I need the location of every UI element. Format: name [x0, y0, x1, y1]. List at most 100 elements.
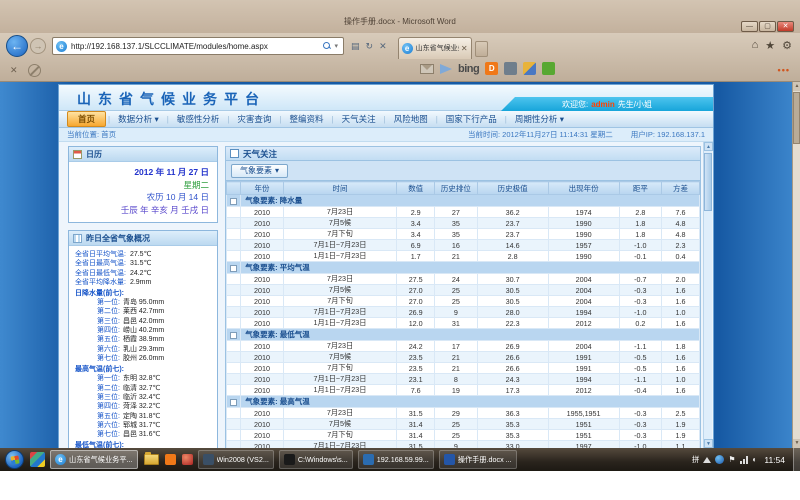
- minimize-button[interactable]: —: [741, 21, 758, 32]
- back-button[interactable]: ←: [6, 35, 28, 57]
- table-cell: 1957: [548, 240, 619, 251]
- browser-tab[interactable]: e 山东省气候业务平... ✕: [398, 37, 472, 59]
- tab-close-icon[interactable]: ✕: [461, 44, 468, 53]
- scroll-down-icon[interactable]: ▼: [704, 439, 713, 448]
- table-cell: 7月5候: [283, 352, 397, 363]
- table-cell: 1991: [548, 363, 619, 374]
- browser-scrollbar[interactable]: ▲ ▼: [792, 82, 800, 448]
- volume-icon[interactable]: ◖: [752, 455, 757, 464]
- camera-icon[interactable]: [504, 62, 517, 75]
- maximize-button[interactable]: ▢: [759, 21, 776, 32]
- nav-item-4[interactable]: 整编资料: [282, 112, 332, 126]
- group-select-cell[interactable]: [227, 195, 241, 207]
- quick-launch-icon[interactable]: [30, 452, 45, 467]
- start-button[interactable]: [5, 450, 24, 469]
- stat-value: 27.5℃: [130, 251, 152, 259]
- bing-logo[interactable]: bing: [458, 63, 479, 75]
- table-cell: 24.3: [477, 374, 548, 385]
- show-desktop-button[interactable]: [793, 448, 800, 471]
- nav-item-3[interactable]: 灾害查询: [229, 112, 279, 126]
- group-select-cell[interactable]: [227, 329, 241, 341]
- taskbar-active-task[interactable]: e 山东省气候业务平...: [50, 450, 138, 469]
- forward-button[interactable]: →: [30, 38, 46, 54]
- explorer-icon[interactable]: [144, 454, 159, 465]
- nav-item-1[interactable]: 数据分析 ▾: [110, 112, 167, 126]
- sogou-icon[interactable]: D: [485, 62, 498, 75]
- scrollbar-thumb[interactable]: [704, 153, 712, 211]
- home-icon[interactable]: ⌂: [752, 39, 759, 52]
- rank-value: 定陶 31.8℃: [123, 413, 160, 421]
- scroll-up-icon[interactable]: ▲: [704, 142, 713, 151]
- browser-scroll-down-icon[interactable]: ▼: [793, 439, 800, 448]
- nav-item-5[interactable]: 天气关注: [334, 112, 384, 126]
- close-toolbar-icon[interactable]: ✕: [10, 65, 18, 76]
- close-button[interactable]: ✕: [777, 21, 794, 32]
- taskbar-task[interactable]: Win2008 (VS2...: [198, 450, 274, 469]
- select-column-header: [227, 182, 241, 195]
- mail-icon[interactable]: [420, 64, 434, 74]
- settings-gear-icon[interactable]: ⚙: [782, 39, 792, 52]
- ime-indicator[interactable]: 拼: [692, 454, 700, 465]
- group-checkbox[interactable]: [230, 265, 237, 272]
- nav-item-7[interactable]: 国家下行产品: [438, 112, 505, 126]
- url-text[interactable]: http://192.168.137.1/SLCCLIMATE/modules/…: [71, 42, 322, 51]
- action-center-flag-icon[interactable]: ⚑: [728, 455, 735, 464]
- media-player-icon[interactable]: [182, 454, 193, 465]
- browser-scroll-up-icon[interactable]: ▲: [793, 82, 800, 91]
- address-bar[interactable]: e http://192.168.137.1/SLCCLIMATE/module…: [52, 37, 344, 55]
- browser-scrollbar-thumb[interactable]: [793, 92, 800, 144]
- rank-label: 第三位:: [97, 394, 120, 402]
- site-content: 山东省气候业务平台 欢迎您: admin 先生/小姐 首页|数据分析 ▾|敏感性…: [58, 84, 714, 448]
- new-tab-button[interactable]: [475, 41, 488, 57]
- table-cell: 21: [435, 363, 478, 374]
- nav-item-2[interactable]: 敏感性分析: [169, 112, 228, 126]
- table-cell: 1月1日~7月23日: [283, 251, 397, 262]
- tools-icon[interactable]: [523, 62, 536, 75]
- taskbar-clock[interactable]: 11:54: [764, 455, 785, 465]
- taskbar-task[interactable]: 192.168.59.99...: [358, 450, 434, 469]
- site-title: 山东省气候业务平台: [77, 89, 266, 109]
- nav-item-8[interactable]: 周期性分析 ▾: [507, 112, 572, 126]
- table-cell: 25: [435, 430, 478, 441]
- tray-expand-icon[interactable]: [703, 457, 711, 463]
- rank-label: 第七位:: [97, 431, 120, 439]
- welcome-username: admin: [591, 100, 615, 109]
- group-select-cell[interactable]: [227, 262, 241, 274]
- element-select-button[interactable]: 气象要素 ▾: [231, 164, 288, 178]
- refresh-icon[interactable]: ↻: [366, 41, 374, 52]
- group-checkbox[interactable]: [230, 399, 237, 406]
- table-cell: 1月1日~7月23日: [283, 385, 397, 396]
- send-icon[interactable]: [440, 64, 452, 74]
- rank-label: 第六位:: [97, 422, 120, 430]
- group-checkbox[interactable]: [230, 332, 237, 339]
- taskbar-task[interactable]: C:\Windows\s...: [279, 450, 353, 469]
- group-checkbox[interactable]: [230, 198, 237, 205]
- favorites-star-icon[interactable]: ★: [765, 39, 775, 52]
- welcome-banner: 欢迎您: admin 先生/小姐: [501, 97, 713, 111]
- table-cell: 23.7: [477, 218, 548, 229]
- messenger-icon[interactable]: [542, 62, 555, 75]
- stop-icon[interactable]: ✕: [379, 41, 387, 52]
- user-ip: 用户IP: 192.168.137.1: [631, 129, 705, 140]
- table-row: 20107月1日~7月23日6.91614.61957-1.02.3: [227, 240, 700, 251]
- table-cell: 2.5: [662, 408, 700, 419]
- table-row: 20101月1日~7月23日1.7212.81990-0.10.4: [227, 251, 700, 262]
- nav-item-6[interactable]: 风险地图: [386, 112, 436, 126]
- content-scrollbar[interactable]: ▲ ▼: [703, 142, 712, 448]
- group-row: 气象要素: 最低气温: [227, 329, 700, 341]
- nav-item-0[interactable]: 首页: [67, 111, 106, 127]
- more-options-icon[interactable]: •••: [778, 65, 790, 75]
- address-dropdown-icon[interactable]: ▾: [334, 42, 338, 50]
- ie-favicon-icon: e: [56, 41, 67, 52]
- table-cell: 7月23日: [283, 274, 397, 285]
- table-cell: 1.8: [619, 229, 662, 240]
- network-globe-icon[interactable]: [715, 455, 724, 464]
- table-cell: 9: [435, 441, 478, 449]
- pinned-app-icon[interactable]: [165, 454, 176, 465]
- taskbar-task[interactable]: 操作手册.docx ...: [439, 450, 517, 469]
- network-signal-icon[interactable]: [740, 456, 748, 464]
- search-icon[interactable]: [323, 42, 331, 50]
- compatibility-view-icon[interactable]: ▤: [351, 41, 360, 52]
- summary-stat: 全省日最高气温:31.5℃: [75, 260, 213, 268]
- group-select-cell[interactable]: [227, 396, 241, 408]
